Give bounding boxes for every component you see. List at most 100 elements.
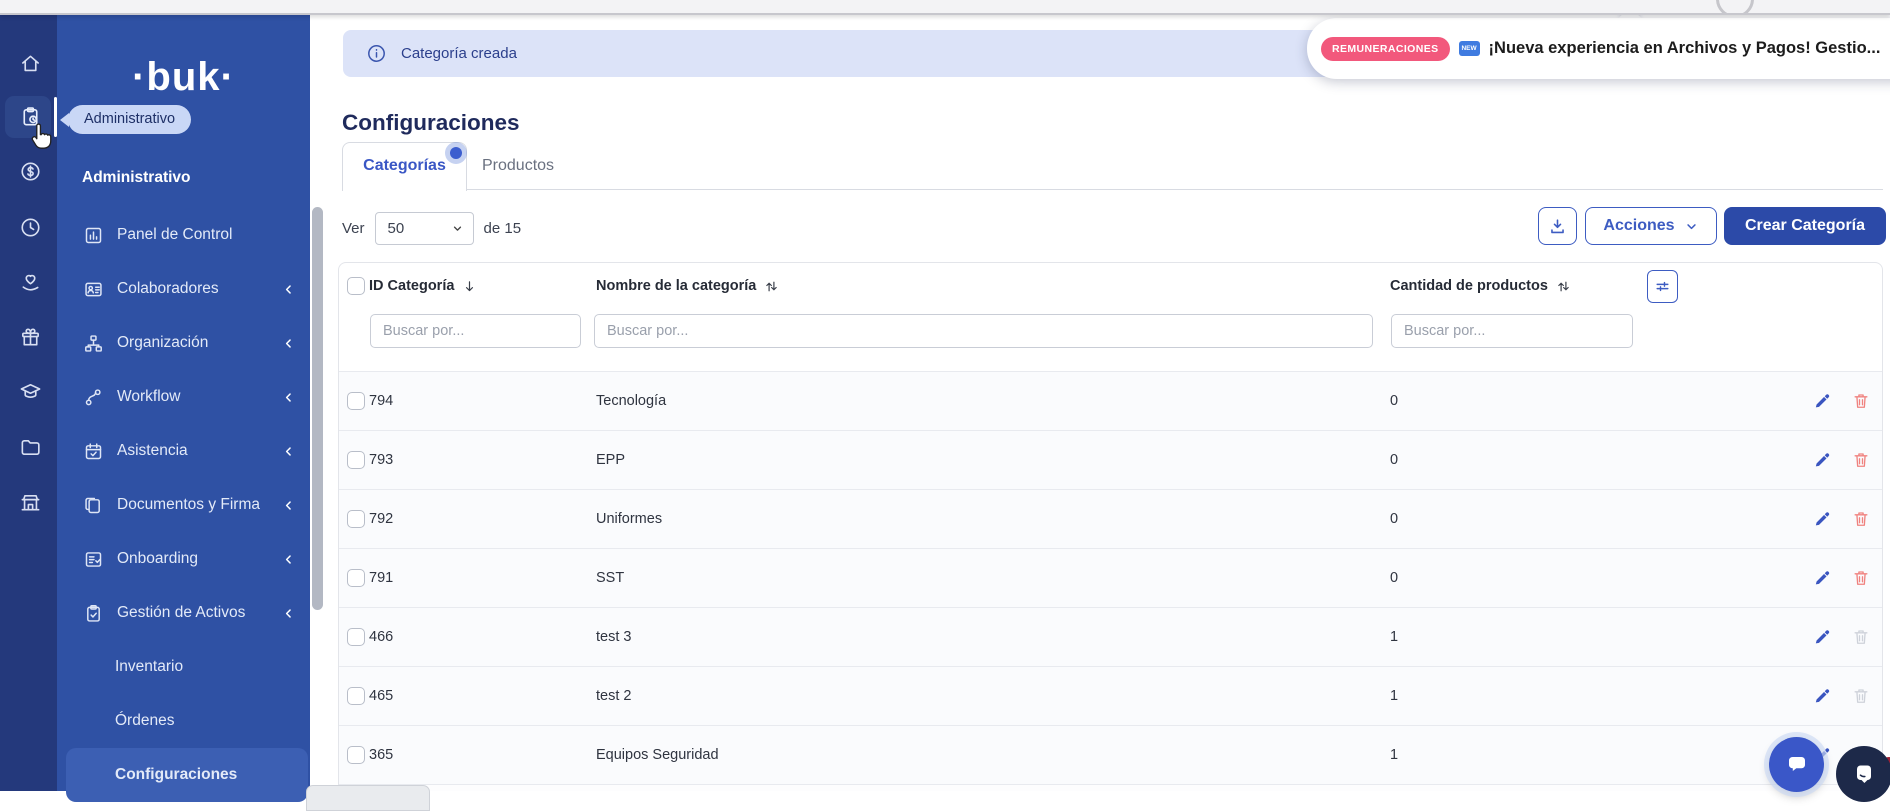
avatar-partial: [1716, 0, 1754, 15]
search-qty-input[interactable]: [1391, 314, 1633, 348]
tab-categorias-label: Categorías: [363, 157, 446, 174]
sidebar-item-documentos-y-firma[interactable]: Documentos y Firma: [57, 478, 310, 532]
organization-icon: [83, 333, 104, 354]
download-button[interactable]: [1538, 207, 1577, 245]
column-header-qty[interactable]: Cantidad de productos: [1390, 263, 1572, 309]
table-body: 794Tecnología0793EPP0792Uniformes0791SST…: [339, 371, 1882, 784]
sidebar-item-label: Asistencia: [117, 442, 188, 460]
gifts-icon[interactable]: [19, 326, 42, 349]
chat-widget-button[interactable]: [1769, 737, 1824, 792]
status-bubble: [306, 785, 430, 811]
delete-button[interactable]: [1851, 568, 1871, 588]
next-row-sliver: [339, 784, 1882, 791]
cell-qty: 0: [1390, 490, 1398, 548]
mouse-cursor: [27, 121, 57, 155]
sidebar-item--rdenes[interactable]: Órdenes: [57, 694, 310, 748]
company-icon[interactable]: [19, 491, 42, 514]
page-size-select[interactable]: 50: [375, 212, 474, 245]
sort-both-icon[interactable]: [1555, 278, 1572, 295]
cell-id: 465: [369, 667, 393, 725]
sidebar-item-configuraciones[interactable]: Configuraciones: [66, 748, 308, 802]
sidebar-item-inventario[interactable]: Inventario: [57, 640, 310, 694]
sidebar-item-workflow[interactable]: Workflow: [57, 370, 310, 424]
sort-both-icon[interactable]: [763, 278, 780, 295]
sort-desc-icon[interactable]: [461, 278, 478, 295]
sidebar-item-label: Documentos y Firma: [117, 496, 260, 514]
chevron-left-icon: [281, 336, 296, 351]
edit-button[interactable]: [1812, 450, 1832, 470]
cell-qty: 0: [1390, 431, 1398, 489]
announcement-popup[interactable]: REMUNERACIONES NEW ¡Nueva experiencia en…: [1307, 18, 1890, 79]
cell-qty: 1: [1390, 726, 1398, 784]
sidebar-item-label: Órdenes: [115, 712, 174, 730]
row-checkbox[interactable]: [347, 746, 365, 764]
sidebar-item-colaboradores[interactable]: Colaboradores: [57, 262, 310, 316]
tab-bar: Categorías Productos: [342, 142, 1883, 190]
cell-qty: 0: [1390, 372, 1398, 430]
column-header-id[interactable]: ID Categoría: [369, 263, 478, 309]
edit-button[interactable]: [1812, 509, 1832, 529]
home-icon[interactable]: [19, 52, 42, 75]
delete-button[interactable]: [1851, 450, 1871, 470]
cell-qty: 1: [1390, 608, 1398, 666]
sidebar-item-asistencia[interactable]: Asistencia: [57, 424, 310, 478]
announcement-tag: REMUNERACIONES: [1321, 37, 1450, 61]
row-checkbox[interactable]: [347, 392, 365, 410]
delete-button[interactable]: [1851, 509, 1871, 529]
chevron-left-icon: [281, 282, 296, 297]
sidebar-section-title: Administrativo: [82, 169, 191, 187]
column-settings-button[interactable]: [1647, 270, 1678, 303]
sidebar-item-onboarding[interactable]: Onboarding: [57, 532, 310, 586]
folder-icon[interactable]: [19, 436, 42, 459]
cell-qty: 0: [1390, 549, 1398, 607]
table-row: 793EPP0: [339, 430, 1882, 489]
chevron-left-icon: [281, 444, 296, 459]
row-checkbox[interactable]: [347, 687, 365, 705]
create-category-label: Crear Categoría: [1745, 217, 1865, 235]
alert-text: Categoría creada: [401, 30, 517, 77]
cell-id: 794: [369, 372, 393, 430]
create-category-button[interactable]: Crear Categoría: [1724, 207, 1886, 245]
sidebar-item-panel-de-control[interactable]: Panel de Control: [57, 208, 310, 262]
benefits-icon[interactable]: [19, 271, 42, 294]
edit-button[interactable]: [1812, 391, 1832, 411]
secondary-chat-button[interactable]: [1836, 746, 1890, 802]
cell-id: 365: [369, 726, 393, 784]
search-id-input[interactable]: [370, 314, 581, 348]
documents-icon: [83, 495, 104, 516]
delete-button[interactable]: [1851, 391, 1871, 411]
education-icon[interactable]: [19, 380, 42, 403]
sidebar-item-gesti-n-de-activos[interactable]: Gestión de Activos: [57, 586, 310, 640]
time-icon[interactable]: [19, 216, 42, 239]
cell-id: 792: [369, 490, 393, 548]
chevron-down-icon: [451, 222, 464, 235]
row-checkbox[interactable]: [347, 451, 365, 469]
table-row: 365 Equipos Seguridad 1: [339, 725, 1882, 784]
edit-button[interactable]: [1812, 627, 1832, 647]
cell-name: Tecnología: [596, 372, 666, 430]
payroll-icon[interactable]: [19, 160, 42, 183]
sliders-icon: [1654, 278, 1671, 295]
tab-categorias[interactable]: Categorías: [342, 142, 467, 191]
sidebar-scrollbar[interactable]: [312, 207, 323, 610]
row-checkbox[interactable]: [347, 628, 365, 646]
tab-productos[interactable]: Productos: [482, 142, 554, 189]
attendance-icon: [83, 441, 104, 462]
page-size-value: 50: [388, 220, 405, 237]
main-content: Categoría creada REMUNERACIONES NEW ¡Nue…: [310, 15, 1890, 791]
actions-button[interactable]: Acciones: [1585, 207, 1717, 245]
column-header-name[interactable]: Nombre de la categoría: [596, 263, 780, 309]
panel-icon: [83, 225, 104, 246]
chevron-left-icon: [281, 498, 296, 513]
cell-name: Equipos Seguridad: [596, 726, 719, 784]
delete-button: [1851, 686, 1871, 706]
sidebar-item-organizaci-n[interactable]: Organización: [57, 316, 310, 370]
row-checkbox[interactable]: [347, 569, 365, 587]
edit-button[interactable]: [1812, 568, 1832, 588]
row-checkbox[interactable]: [347, 510, 365, 528]
edit-button[interactable]: [1812, 686, 1832, 706]
cell-id: 793: [369, 431, 393, 489]
cell-id: 791: [369, 549, 393, 607]
select-all-checkbox[interactable]: [347, 277, 365, 295]
search-name-input[interactable]: [594, 314, 1373, 348]
